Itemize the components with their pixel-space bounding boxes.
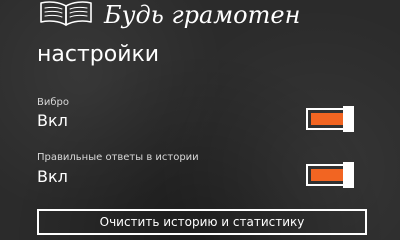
setting-value-correct-answers: Вкл (37, 167, 68, 186)
correct-answers-toggle[interactable] (306, 162, 354, 188)
page-title: настройки (37, 42, 160, 67)
toggle-thumb[interactable] (343, 106, 354, 132)
setting-label-vibro: Вибро (37, 97, 69, 108)
vibro-toggle[interactable] (306, 106, 354, 132)
toggle-fill (311, 169, 343, 181)
open-book-icon (37, 0, 95, 26)
setting-value-vibro: Вкл (37, 111, 68, 130)
setting-label-correct-answers: Правильные ответы в истории (37, 152, 199, 163)
clear-history-button[interactable]: Очистить историю и статистику (37, 209, 367, 235)
toggle-fill (311, 113, 343, 125)
app-title: Будь грамотен (104, 1, 301, 29)
app-header: Будь грамотен (0, 0, 400, 38)
toggle-thumb[interactable] (343, 162, 354, 188)
